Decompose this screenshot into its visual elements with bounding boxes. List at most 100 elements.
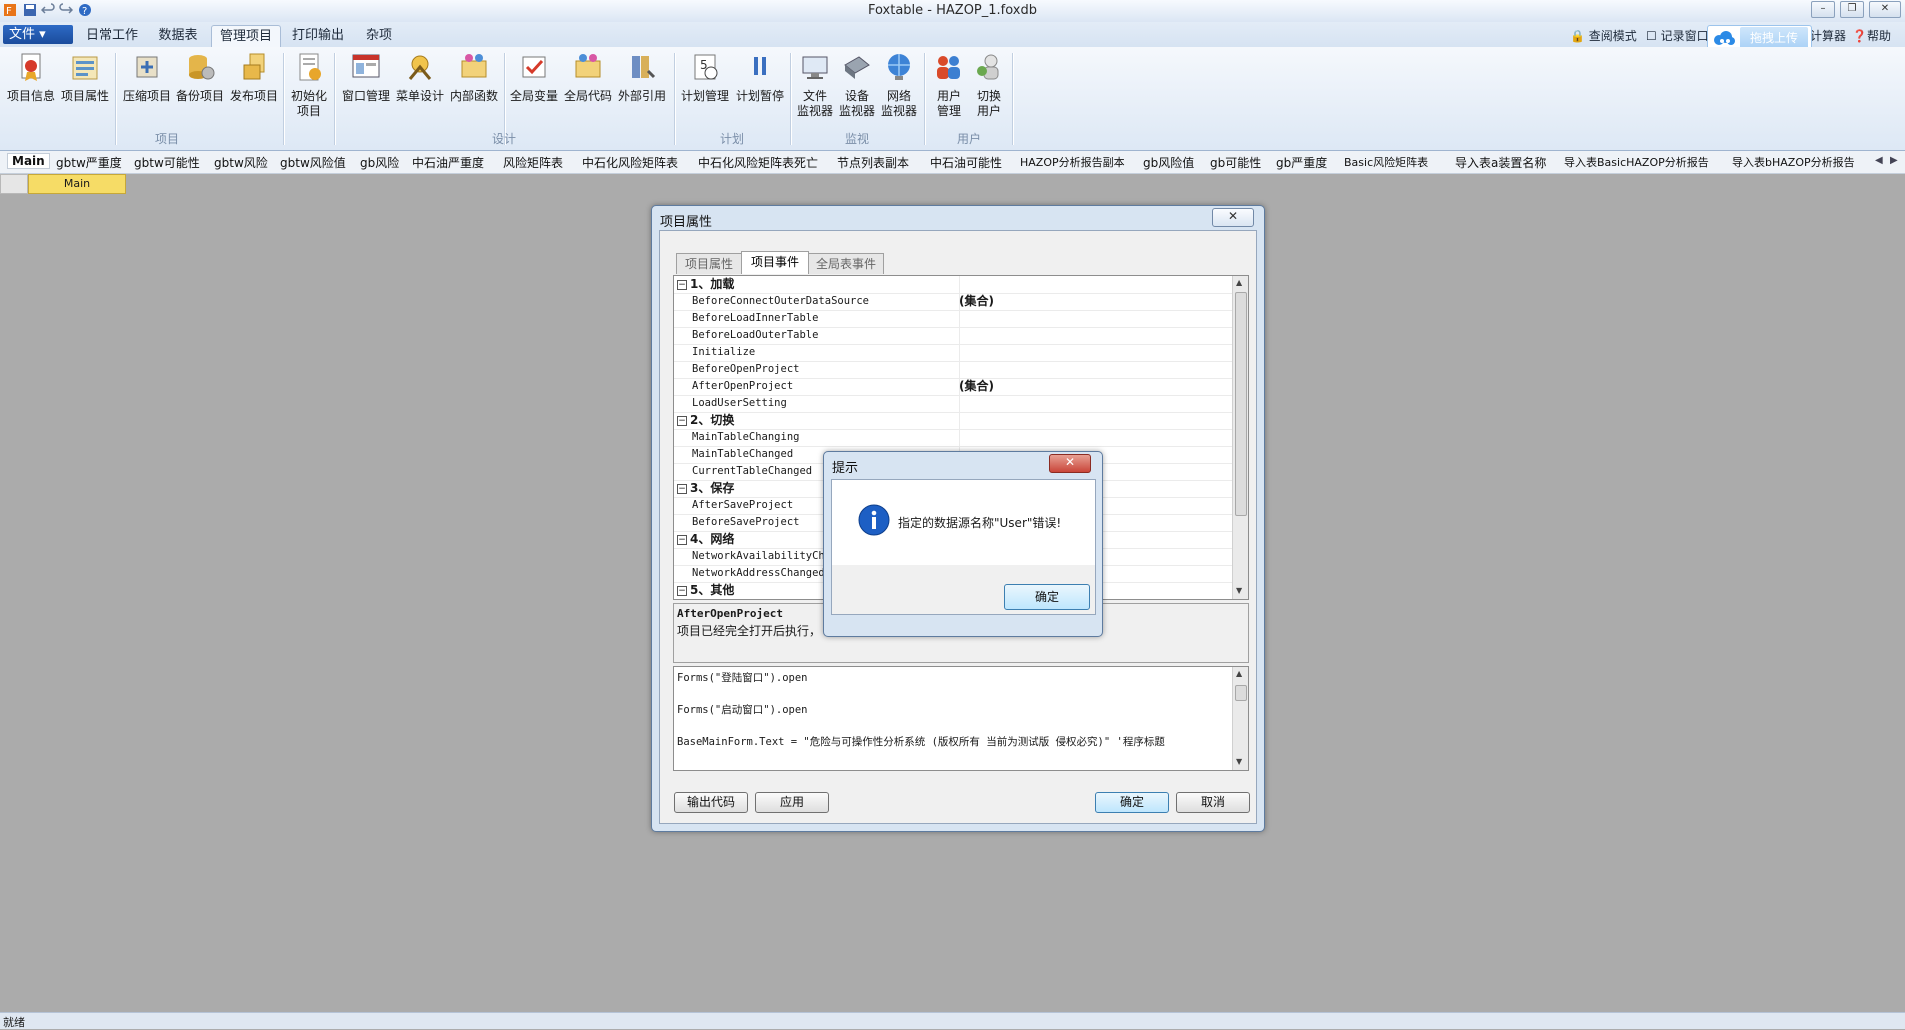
property-name: BeforeSaveProject — [692, 516, 800, 528]
grid-column-header[interactable]: Main — [28, 174, 126, 194]
table-tab[interactable]: gb严重度 — [1276, 154, 1327, 171]
schedule-pause-button[interactable]: 计划暂停 — [734, 51, 786, 104]
global-code-button[interactable]: 全局代码 — [562, 51, 614, 104]
collapse-icon[interactable]: − — [677, 280, 687, 290]
table-tab[interactable]: gbtw风险 — [214, 154, 268, 171]
table-tab[interactable]: gbtw可能性 — [134, 154, 200, 171]
table-tab[interactable]: gb风险 — [360, 154, 399, 171]
global-variables-button[interactable]: 全局变量 — [508, 51, 560, 104]
tab-print-output[interactable]: 打印输出 — [285, 25, 351, 46]
calculator-button[interactable]: 计算器 — [1810, 27, 1846, 44]
scroll-up-icon[interactable]: ▲ — [1236, 278, 1242, 287]
table-tab[interactable]: 风险矩阵表 — [503, 154, 563, 171]
initialize-project-label: 初始化 — [290, 89, 327, 103]
table-tab[interactable]: gb可能性 — [1210, 154, 1261, 171]
table-tab[interactable]: 中石油严重度 — [412, 154, 484, 171]
project-properties-button[interactable]: 项目属性 — [60, 51, 110, 104]
table-tab[interactable]: Basic风险矩阵表 — [1344, 154, 1428, 170]
record-window-toggle[interactable]: ☐ 记录窗口 — [1646, 27, 1709, 44]
table-tab[interactable]: 导入表BasicHAZOP分析报告 — [1564, 154, 1709, 170]
property-name: 3、保存 — [690, 481, 735, 495]
apply-button[interactable]: 应用 — [755, 792, 829, 813]
table-tab[interactable]: 中石油可能性 — [930, 154, 1002, 171]
close-window-button[interactable]: ✕ — [1869, 1, 1901, 18]
table-tab[interactable]: gb风险值 — [1143, 154, 1194, 171]
collapse-icon[interactable]: − — [677, 416, 687, 426]
schedule-pause-label: 计划暂停 — [735, 89, 784, 103]
internal-functions-button[interactable]: 内部函数 — [448, 51, 500, 104]
collapse-icon[interactable]: − — [677, 535, 687, 545]
schedule-management-button[interactable]: 5 计划管理 — [679, 51, 731, 104]
file-monitor-button[interactable]: 文件 监视器 — [794, 51, 836, 119]
property-value[interactable]: (集合) — [959, 378, 994, 395]
collapse-icon[interactable]: − — [677, 586, 687, 596]
table-tab[interactable]: gbtw风险值 — [280, 154, 346, 171]
table-tab[interactable]: HAZOP分析报告副本 — [1020, 154, 1125, 170]
export-code-button[interactable]: 输出代码 — [674, 792, 748, 813]
grid-property-row[interactable]: BeforeOpenProject — [674, 361, 1232, 379]
collapse-icon[interactable]: − — [677, 484, 687, 494]
grid-property-row[interactable]: AfterOpenProject (集合) — [674, 378, 1232, 396]
event-code-editor[interactable]: Forms("登陆窗口").open Forms("启动窗口").open Ba… — [673, 666, 1249, 771]
scrollbar-thumb[interactable] — [1235, 292, 1247, 516]
scroll-down-icon[interactable]: ▼ — [1236, 586, 1242, 595]
tab-global-table-events[interactable]: 全局表事件 — [808, 253, 884, 274]
grid-property-row[interactable]: BeforeLoadOuterTable — [674, 327, 1232, 345]
code-vertical-scrollbar[interactable]: ▲ ▼ — [1232, 667, 1248, 770]
minimize-button[interactable]: – — [1811, 1, 1835, 18]
table-tab[interactable]: 中石化风险矩阵表死亡 — [698, 154, 818, 171]
tab-project-properties[interactable]: 项目属性 — [676, 253, 742, 274]
ok-button[interactable]: 确定 — [1095, 792, 1169, 813]
tab-data-tables[interactable]: 数据表 — [150, 25, 206, 46]
table-tab[interactable]: Main — [7, 153, 50, 169]
query-mode-toggle[interactable]: 🔒 查阅模式 — [1570, 27, 1637, 44]
table-tab[interactable]: 导入表a装置名称 — [1455, 154, 1546, 171]
maximize-button[interactable]: ❐ — [1840, 1, 1864, 18]
table-tab[interactable]: gbtw严重度 — [56, 154, 122, 171]
backup-project-button[interactable]: 备份项目 — [175, 51, 225, 104]
scrollbar-thumb[interactable] — [1235, 685, 1247, 701]
table-tab[interactable]: 节点列表副本 — [837, 154, 909, 171]
cancel-button[interactable]: 取消 — [1176, 792, 1250, 813]
grid-vertical-scrollbar[interactable]: ▲ ▼ — [1232, 276, 1248, 599]
network-monitor-button[interactable]: 网络 监视器 — [878, 51, 920, 119]
grid-property-row[interactable]: Initialize — [674, 344, 1232, 362]
grid-property-row[interactable]: MainTableChanging — [674, 429, 1232, 447]
message-ok-button[interactable]: 确定 — [1004, 584, 1090, 610]
grid-property-row[interactable]: LoadUserSetting — [674, 395, 1232, 413]
tab-misc[interactable]: 杂项 — [356, 25, 402, 46]
scroll-up-icon[interactable]: ▲ — [1236, 669, 1242, 678]
publish-project-button[interactable]: 发布项目 — [229, 51, 279, 104]
grid-property-row[interactable]: BeforeLoadInnerTable — [674, 310, 1232, 328]
initialize-project-button[interactable]: 初始化 项目 — [287, 51, 331, 119]
group-label-schedule: 计划 — [719, 132, 744, 146]
table-tab[interactable]: 导入表bHAZOP分析报告 — [1732, 154, 1855, 170]
grid-category-row[interactable]: −1、加载 — [674, 276, 1232, 294]
scroll-down-icon[interactable]: ▼ — [1236, 757, 1242, 766]
information-icon — [858, 504, 890, 536]
tab-daily-work[interactable]: 日常工作 — [79, 25, 145, 46]
grid-category-row[interactable]: −2、切换 — [674, 412, 1232, 430]
menu-design-button[interactable]: 菜单设计 — [394, 51, 446, 104]
dialog-close-button[interactable]: ✕ — [1212, 208, 1254, 227]
file-menu-button[interactable]: 文件 ▾ — [3, 25, 73, 44]
help-button[interactable]: ❓帮助 — [1852, 27, 1891, 44]
compress-project-button[interactable]: 压缩项目 — [122, 51, 172, 104]
user-management-button[interactable]: 用户 管理 — [928, 51, 970, 119]
grid-corner[interactable] — [0, 174, 28, 194]
message-box-close-button[interactable]: ✕ — [1049, 454, 1091, 473]
switch-user-button[interactable]: 切换 用户 — [968, 51, 1010, 119]
tabs-scroll-left-icon[interactable]: ◀ — [1875, 155, 1883, 166]
tabs-scroll-right-icon[interactable]: ▶ — [1890, 155, 1898, 166]
window-management-button[interactable]: 窗口管理 — [340, 51, 392, 104]
external-reference-button[interactable]: 外部引用 — [616, 51, 668, 104]
property-value[interactable]: (集合) — [959, 293, 994, 310]
grid-property-row[interactable]: BeforeConnectOuterDataSource (集合) — [674, 293, 1232, 311]
device-monitor-button[interactable]: 设备 监视器 — [836, 51, 878, 119]
table-tab[interactable]: 中石化风险矩阵表 — [582, 154, 678, 171]
tab-manage-project[interactable]: 管理项目 — [211, 25, 281, 47]
description-title: AfterOpenProject — [677, 607, 783, 620]
project-info-button[interactable]: 项目信息 — [6, 51, 56, 104]
tab-project-events[interactable]: 项目事件 — [741, 251, 809, 274]
message-area: 指定的数据源名称"User"错误! — [832, 480, 1095, 565]
